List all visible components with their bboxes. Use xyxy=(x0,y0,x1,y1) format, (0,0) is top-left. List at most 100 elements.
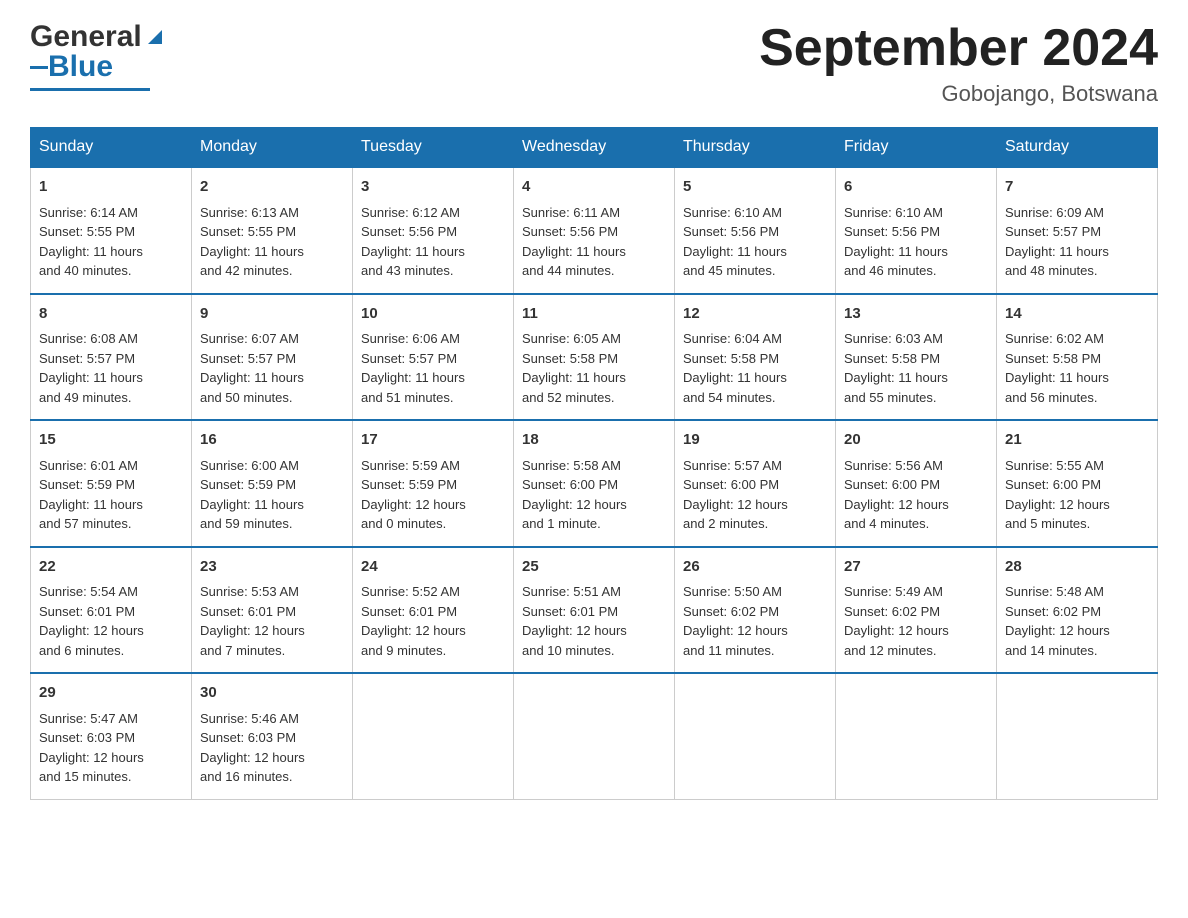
day-number: 8 xyxy=(39,303,183,326)
day-info: Sunrise: 6:03 AMSunset: 5:58 PMDaylight:… xyxy=(844,329,988,407)
day-cell: 1 Sunrise: 6:14 AMSunset: 5:55 PMDaylight… xyxy=(31,167,192,294)
header-wednesday: Wednesday xyxy=(514,128,675,168)
day-info: Sunrise: 5:48 AMSunset: 6:02 PMDaylight:… xyxy=(1005,582,1149,660)
header-saturday: Saturday xyxy=(997,128,1158,168)
header-monday: Monday xyxy=(192,128,353,168)
day-cell: 14 Sunrise: 6:02 AMSunset: 5:58 PMDayligh… xyxy=(997,294,1158,421)
title-block: September 2024 Gobojango, Botswana xyxy=(759,20,1158,107)
day-number: 19 xyxy=(683,429,827,452)
day-info: Sunrise: 6:14 AMSunset: 5:55 PMDaylight:… xyxy=(39,203,183,281)
day-number: 12 xyxy=(683,303,827,326)
day-cell: 30 Sunrise: 5:46 AMSunset: 6:03 PMDayligh… xyxy=(192,673,353,799)
day-cell: 13 Sunrise: 6:03 AMSunset: 5:58 PMDayligh… xyxy=(836,294,997,421)
day-cell: 26Sunrise: 5:50 AMSunset: 6:02 PMDayligh… xyxy=(675,547,836,674)
day-number: 5 xyxy=(683,176,827,199)
day-info: Sunrise: 6:09 AMSunset: 5:57 PMDaylight:… xyxy=(1005,203,1149,281)
logo-general-text: General xyxy=(30,20,142,54)
location-title: Gobojango, Botswana xyxy=(759,81,1158,107)
week-row-5: 29Sunrise: 5:47 AMSunset: 6:03 PMDayligh… xyxy=(31,673,1158,799)
logo-blue-text: Blue xyxy=(48,50,113,84)
day-number: 14 xyxy=(1005,303,1149,326)
day-number: 9 xyxy=(200,303,344,326)
day-info: Sunrise: 6:10 AMSunset: 5:56 PMDaylight:… xyxy=(844,203,988,281)
week-row-1: 1 Sunrise: 6:14 AMSunset: 5:55 PMDaylight… xyxy=(31,167,1158,294)
day-number: 7 xyxy=(1005,176,1149,199)
day-info: Sunrise: 6:01 AMSunset: 5:59 PMDaylight:… xyxy=(39,456,183,534)
day-cell: 9 Sunrise: 6:07 AMSunset: 5:57 PMDaylight… xyxy=(192,294,353,421)
day-cell: 17 Sunrise: 5:59 AMSunset: 5:59 PMDayligh… xyxy=(353,420,514,547)
day-number: 21 xyxy=(1005,429,1149,452)
day-number: 27 xyxy=(844,556,988,579)
day-number: 28 xyxy=(1005,556,1149,579)
calendar-table: SundayMondayTuesdayWednesdayThursdayFrid… xyxy=(30,127,1158,800)
day-number: 13 xyxy=(844,303,988,326)
day-info: Sunrise: 6:11 AMSunset: 5:56 PMDaylight:… xyxy=(522,203,666,281)
week-row-4: 22Sunrise: 5:54 AMSunset: 6:01 PMDayligh… xyxy=(31,547,1158,674)
logo-icon xyxy=(144,26,166,48)
day-info: Sunrise: 6:12 AMSunset: 5:56 PMDaylight:… xyxy=(361,203,505,281)
day-info: Sunrise: 6:07 AMSunset: 5:57 PMDaylight:… xyxy=(200,329,344,407)
day-info: Sunrise: 5:51 AMSunset: 6:01 PMDaylight:… xyxy=(522,582,666,660)
day-info: Sunrise: 6:13 AMSunset: 5:55 PMDaylight:… xyxy=(200,203,344,281)
logo: General Blue xyxy=(30,20,166,91)
day-number: 16 xyxy=(200,429,344,452)
day-info: Sunrise: 6:05 AMSunset: 5:58 PMDaylight:… xyxy=(522,329,666,407)
month-title: September 2024 xyxy=(759,20,1158,77)
day-cell xyxy=(514,673,675,799)
day-cell: 3 Sunrise: 6:12 AMSunset: 5:56 PMDaylight… xyxy=(353,167,514,294)
day-cell: 23 Sunrise: 5:53 AMSunset: 6:01 PMDayligh… xyxy=(192,547,353,674)
day-info: Sunrise: 5:46 AMSunset: 6:03 PMDaylight:… xyxy=(200,709,344,787)
day-cell: 28 Sunrise: 5:48 AMSunset: 6:02 PMDayligh… xyxy=(997,547,1158,674)
day-cell: 24Sunrise: 5:52 AMSunset: 6:01 PMDayligh… xyxy=(353,547,514,674)
day-cell xyxy=(675,673,836,799)
day-cell: 6Sunrise: 6:10 AMSunset: 5:56 PMDaylight… xyxy=(836,167,997,294)
day-cell: 10 Sunrise: 6:06 AMSunset: 5:57 PMDayligh… xyxy=(353,294,514,421)
day-info: Sunrise: 6:10 AMSunset: 5:56 PMDaylight:… xyxy=(683,203,827,281)
day-cell: 8 Sunrise: 6:08 AMSunset: 5:57 PMDaylight… xyxy=(31,294,192,421)
day-cell xyxy=(836,673,997,799)
day-cell: 12Sunrise: 6:04 AMSunset: 5:58 PMDayligh… xyxy=(675,294,836,421)
header-thursday: Thursday xyxy=(675,128,836,168)
day-number: 18 xyxy=(522,429,666,452)
day-number: 10 xyxy=(361,303,505,326)
week-row-3: 15Sunrise: 6:01 AMSunset: 5:59 PMDayligh… xyxy=(31,420,1158,547)
day-cell: 18Sunrise: 5:58 AMSunset: 6:00 PMDayligh… xyxy=(514,420,675,547)
day-info: Sunrise: 5:59 AMSunset: 5:59 PMDaylight:… xyxy=(361,456,505,534)
day-info: Sunrise: 5:50 AMSunset: 6:02 PMDaylight:… xyxy=(683,582,827,660)
day-info: Sunrise: 5:52 AMSunset: 6:01 PMDaylight:… xyxy=(361,582,505,660)
day-number: 17 xyxy=(361,429,505,452)
day-info: Sunrise: 5:56 AMSunset: 6:00 PMDaylight:… xyxy=(844,456,988,534)
day-cell: 15Sunrise: 6:01 AMSunset: 5:59 PMDayligh… xyxy=(31,420,192,547)
day-info: Sunrise: 5:57 AMSunset: 6:00 PMDaylight:… xyxy=(683,456,827,534)
day-number: 1 xyxy=(39,176,183,199)
day-info: Sunrise: 5:53 AMSunset: 6:01 PMDaylight:… xyxy=(200,582,344,660)
day-cell xyxy=(353,673,514,799)
day-cell: 25 Sunrise: 5:51 AMSunset: 6:01 PMDayligh… xyxy=(514,547,675,674)
day-number: 25 xyxy=(522,556,666,579)
day-cell: 29Sunrise: 5:47 AMSunset: 6:03 PMDayligh… xyxy=(31,673,192,799)
day-number: 2 xyxy=(200,176,344,199)
day-info: Sunrise: 6:08 AMSunset: 5:57 PMDaylight:… xyxy=(39,329,183,407)
day-cell: 11 Sunrise: 6:05 AMSunset: 5:58 PMDayligh… xyxy=(514,294,675,421)
page-header: General Blue September 2024 Gobojango, B… xyxy=(30,20,1158,107)
day-cell: 7 Sunrise: 6:09 AMSunset: 5:57 PMDaylight… xyxy=(997,167,1158,294)
header-tuesday: Tuesday xyxy=(353,128,514,168)
day-cell: 16Sunrise: 6:00 AMSunset: 5:59 PMDayligh… xyxy=(192,420,353,547)
day-number: 20 xyxy=(844,429,988,452)
header-friday: Friday xyxy=(836,128,997,168)
day-cell: 22Sunrise: 5:54 AMSunset: 6:01 PMDayligh… xyxy=(31,547,192,674)
day-number: 30 xyxy=(200,682,344,705)
day-cell: 27 Sunrise: 5:49 AMSunset: 6:02 PMDayligh… xyxy=(836,547,997,674)
day-cell: 19 Sunrise: 5:57 AMSunset: 6:00 PMDayligh… xyxy=(675,420,836,547)
day-number: 11 xyxy=(522,303,666,326)
day-info: Sunrise: 5:55 AMSunset: 6:00 PMDaylight:… xyxy=(1005,456,1149,534)
day-number: 3 xyxy=(361,176,505,199)
week-row-2: 8 Sunrise: 6:08 AMSunset: 5:57 PMDaylight… xyxy=(31,294,1158,421)
header-row: SundayMondayTuesdayWednesdayThursdayFrid… xyxy=(31,128,1158,168)
day-number: 23 xyxy=(200,556,344,579)
day-cell: 5 Sunrise: 6:10 AMSunset: 5:56 PMDaylight… xyxy=(675,167,836,294)
day-info: Sunrise: 5:49 AMSunset: 6:02 PMDaylight:… xyxy=(844,582,988,660)
day-info: Sunrise: 6:06 AMSunset: 5:57 PMDaylight:… xyxy=(361,329,505,407)
header-sunday: Sunday xyxy=(31,128,192,168)
day-info: Sunrise: 6:02 AMSunset: 5:58 PMDaylight:… xyxy=(1005,329,1149,407)
